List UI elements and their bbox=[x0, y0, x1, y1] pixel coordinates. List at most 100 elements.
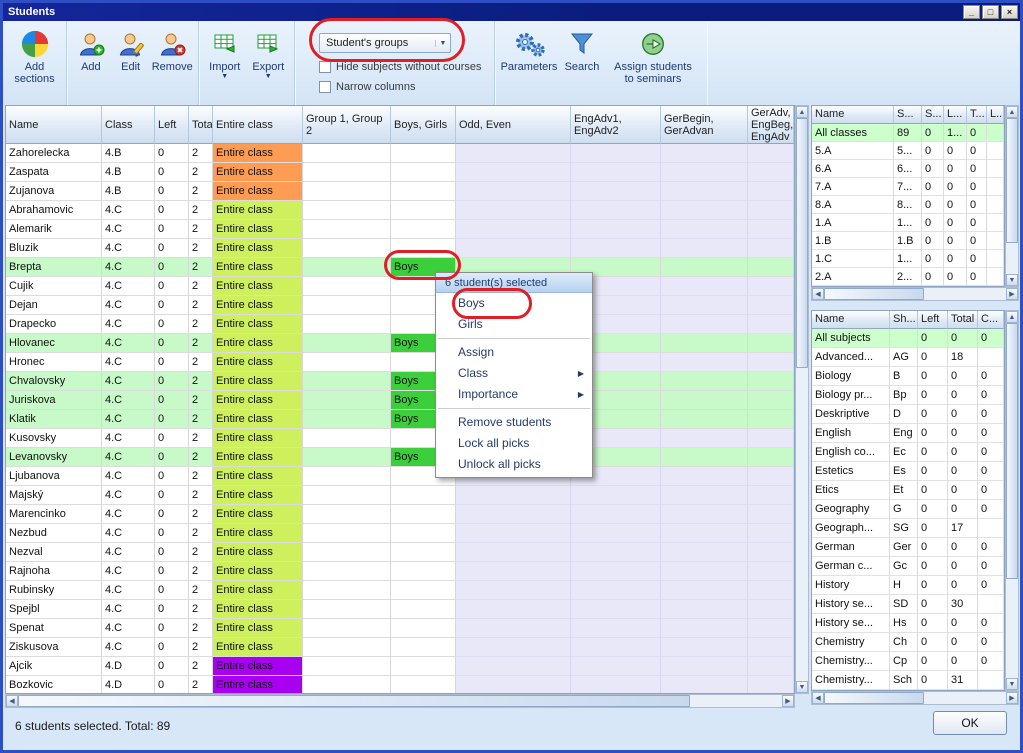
cell[interactable] bbox=[456, 239, 571, 258]
cell[interactable]: Kusovsky bbox=[6, 429, 102, 448]
cell[interactable]: Spenat bbox=[6, 619, 102, 638]
cell[interactable] bbox=[748, 676, 794, 694]
cell[interactable] bbox=[661, 600, 748, 619]
list-item[interactable]: 2.A2...000 bbox=[812, 268, 1004, 286]
cell[interactable] bbox=[748, 619, 794, 638]
cell[interactable] bbox=[661, 486, 748, 505]
cell[interactable]: 4.C bbox=[102, 372, 155, 391]
cell[interactable]: 4.C bbox=[102, 600, 155, 619]
cell[interactable]: 2 bbox=[189, 448, 213, 467]
parameters-button[interactable]: Parameters bbox=[499, 25, 559, 99]
cell[interactable] bbox=[303, 619, 391, 638]
scroll-down-button[interactable]: ▼ bbox=[1006, 274, 1018, 286]
table-row[interactable]: Rajnoha4.C02Entire class bbox=[6, 562, 794, 581]
table-row[interactable]: Juriskova4.C02Entire classBoys bbox=[6, 391, 794, 410]
cell[interactable] bbox=[748, 182, 794, 201]
column-header[interactable]: S... bbox=[894, 106, 922, 124]
cell[interactable]: 4.D bbox=[102, 657, 155, 676]
scroll-right-button[interactable]: ▶ bbox=[1006, 692, 1018, 704]
scroll-thumb[interactable] bbox=[824, 288, 924, 300]
list-item[interactable]: Geograph...SG017 bbox=[812, 519, 1004, 538]
cell[interactable] bbox=[456, 201, 571, 220]
cell[interactable] bbox=[748, 372, 794, 391]
scroll-thumb[interactable] bbox=[18, 695, 690, 707]
cell[interactable]: 4.D bbox=[102, 676, 155, 694]
cell[interactable] bbox=[661, 410, 748, 429]
scroll-track[interactable] bbox=[1006, 118, 1018, 274]
cell[interactable] bbox=[661, 581, 748, 600]
cell[interactable]: Entire class bbox=[213, 467, 303, 486]
cell[interactable] bbox=[571, 581, 661, 600]
scroll-left-button[interactable]: ◀ bbox=[812, 692, 824, 704]
table-row[interactable]: Drapecko4.C02Entire class bbox=[6, 315, 794, 334]
scroll-thumb[interactable] bbox=[1006, 323, 1018, 579]
cell[interactable] bbox=[661, 524, 748, 543]
cell[interactable]: 2 bbox=[189, 182, 213, 201]
cell[interactable]: Rubinsky bbox=[6, 581, 102, 600]
titlebar[interactable]: Students _ □ × bbox=[3, 3, 1020, 21]
list-item[interactable]: 5.A5...000 bbox=[812, 142, 1004, 160]
table-row[interactable]: Zahorelecka4.B02Entire class bbox=[6, 144, 794, 163]
menu-item[interactable]: Assign bbox=[436, 342, 592, 363]
cell[interactable] bbox=[571, 201, 661, 220]
cell[interactable] bbox=[748, 562, 794, 581]
cell[interactable]: Entire class bbox=[213, 429, 303, 448]
cell[interactable] bbox=[748, 524, 794, 543]
checkbox-box[interactable] bbox=[319, 81, 331, 93]
menu-item[interactable]: Remove students bbox=[436, 412, 592, 433]
scroll-right-button[interactable]: ▶ bbox=[782, 695, 794, 707]
column-header[interactable]: Left bbox=[155, 106, 189, 144]
table-row[interactable]: Kusovsky4.C02Entire class bbox=[6, 429, 794, 448]
cell[interactable]: Entire class bbox=[213, 600, 303, 619]
cell[interactable] bbox=[303, 315, 391, 334]
cell[interactable]: Entire class bbox=[213, 562, 303, 581]
cell[interactable] bbox=[303, 486, 391, 505]
cell[interactable]: Entire class bbox=[213, 524, 303, 543]
table-row[interactable]: Zaspata4.B02Entire class bbox=[6, 163, 794, 182]
cell[interactable] bbox=[391, 505, 456, 524]
cell[interactable] bbox=[391, 543, 456, 562]
cell[interactable]: 0 bbox=[155, 467, 189, 486]
cell[interactable]: 0 bbox=[155, 144, 189, 163]
list-item[interactable]: History se...Hs000 bbox=[812, 614, 1004, 633]
cell[interactable] bbox=[456, 524, 571, 543]
list-item[interactable]: German c...Gc000 bbox=[812, 557, 1004, 576]
cell[interactable]: 0 bbox=[155, 334, 189, 353]
scroll-thumb[interactable] bbox=[1006, 118, 1018, 243]
cell[interactable]: 0 bbox=[155, 391, 189, 410]
cell[interactable]: 4.C bbox=[102, 486, 155, 505]
cell[interactable] bbox=[456, 676, 571, 694]
cell[interactable] bbox=[661, 182, 748, 201]
scroll-thumb[interactable] bbox=[796, 118, 808, 368]
cell[interactable]: 0 bbox=[155, 581, 189, 600]
cell[interactable] bbox=[303, 239, 391, 258]
scroll-track[interactable] bbox=[824, 288, 1006, 300]
cell[interactable]: 4.B bbox=[102, 144, 155, 163]
scroll-up-button[interactable]: ▲ bbox=[796, 106, 808, 118]
cell[interactable] bbox=[456, 562, 571, 581]
cell[interactable]: 0 bbox=[155, 296, 189, 315]
cell[interactable]: 4.C bbox=[102, 429, 155, 448]
cell[interactable] bbox=[303, 524, 391, 543]
import-dropdown-icon[interactable]: ▼ bbox=[221, 73, 228, 80]
cell[interactable]: Entire class bbox=[213, 220, 303, 239]
table-row[interactable]: Majský4.C02Entire class bbox=[6, 486, 794, 505]
cell[interactable] bbox=[661, 676, 748, 694]
cell[interactable]: Spejbl bbox=[6, 600, 102, 619]
column-header[interactable]: Total bbox=[189, 106, 213, 144]
cell[interactable]: Zujanova bbox=[6, 182, 102, 201]
table-row[interactable]: Hronec4.C02Entire class bbox=[6, 353, 794, 372]
list-item[interactable]: EnglishEng000 bbox=[812, 424, 1004, 443]
cell[interactable]: Entire class bbox=[213, 505, 303, 524]
cell[interactable] bbox=[391, 486, 456, 505]
cell[interactable] bbox=[391, 600, 456, 619]
column-header[interactable]: C... bbox=[978, 311, 1004, 329]
cell[interactable] bbox=[456, 657, 571, 676]
column-header[interactable]: Entire class bbox=[213, 106, 303, 144]
cell[interactable]: Alemarik bbox=[6, 220, 102, 239]
cell[interactable]: Marencinko bbox=[6, 505, 102, 524]
cell[interactable]: 2 bbox=[189, 220, 213, 239]
cell[interactable]: Entire class bbox=[213, 239, 303, 258]
cell[interactable]: 4.C bbox=[102, 467, 155, 486]
cell[interactable]: 0 bbox=[155, 410, 189, 429]
